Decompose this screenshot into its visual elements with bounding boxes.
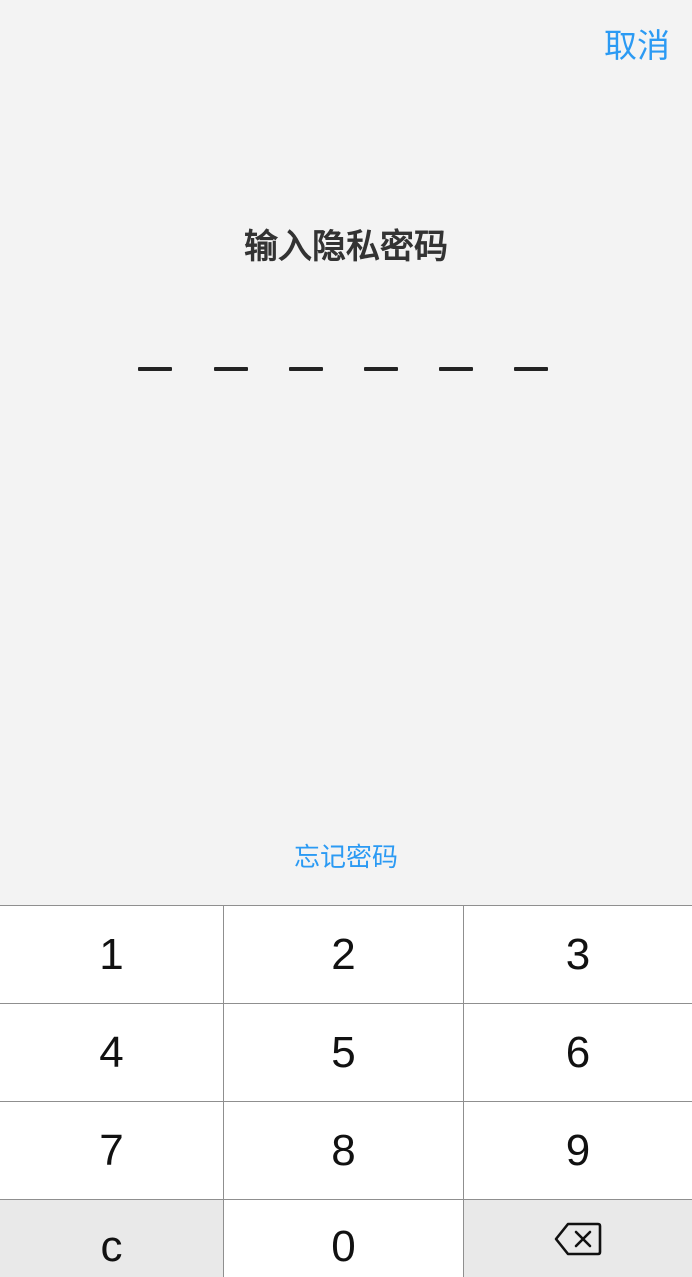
key-8[interactable]: 8: [223, 1101, 463, 1199]
key-9[interactable]: 9: [463, 1101, 692, 1199]
key-2[interactable]: 2: [223, 906, 463, 1003]
backspace-icon: [554, 1222, 602, 1256]
key-3[interactable]: 3: [463, 906, 692, 1003]
cancel-button[interactable]: 取消: [604, 24, 670, 68]
key-0[interactable]: 0: [223, 1199, 463, 1277]
key-clear[interactable]: c: [0, 1199, 223, 1277]
passcode-slot: [214, 367, 248, 371]
passcode-slots: [138, 367, 554, 373]
page-title: 输入隐私密码: [244, 227, 448, 267]
key-6[interactable]: 6: [463, 1003, 692, 1101]
forgot-password-link[interactable]: 忘记密码: [0, 838, 692, 878]
passcode-slot: [289, 367, 323, 371]
passcode-slot: [138, 367, 172, 371]
key-7[interactable]: 7: [0, 1101, 223, 1199]
key-4[interactable]: 4: [0, 1003, 223, 1101]
passcode-slot: [514, 367, 548, 371]
numeric-keypad: 1 2 3 4 5 6 7 8 9 c 0: [0, 905, 692, 1277]
backspace-button[interactable]: [463, 1199, 692, 1277]
key-5[interactable]: 5: [223, 1003, 463, 1101]
passcode-slot: [439, 367, 473, 371]
passcode-slot: [364, 367, 398, 371]
key-1[interactable]: 1: [0, 906, 223, 1003]
